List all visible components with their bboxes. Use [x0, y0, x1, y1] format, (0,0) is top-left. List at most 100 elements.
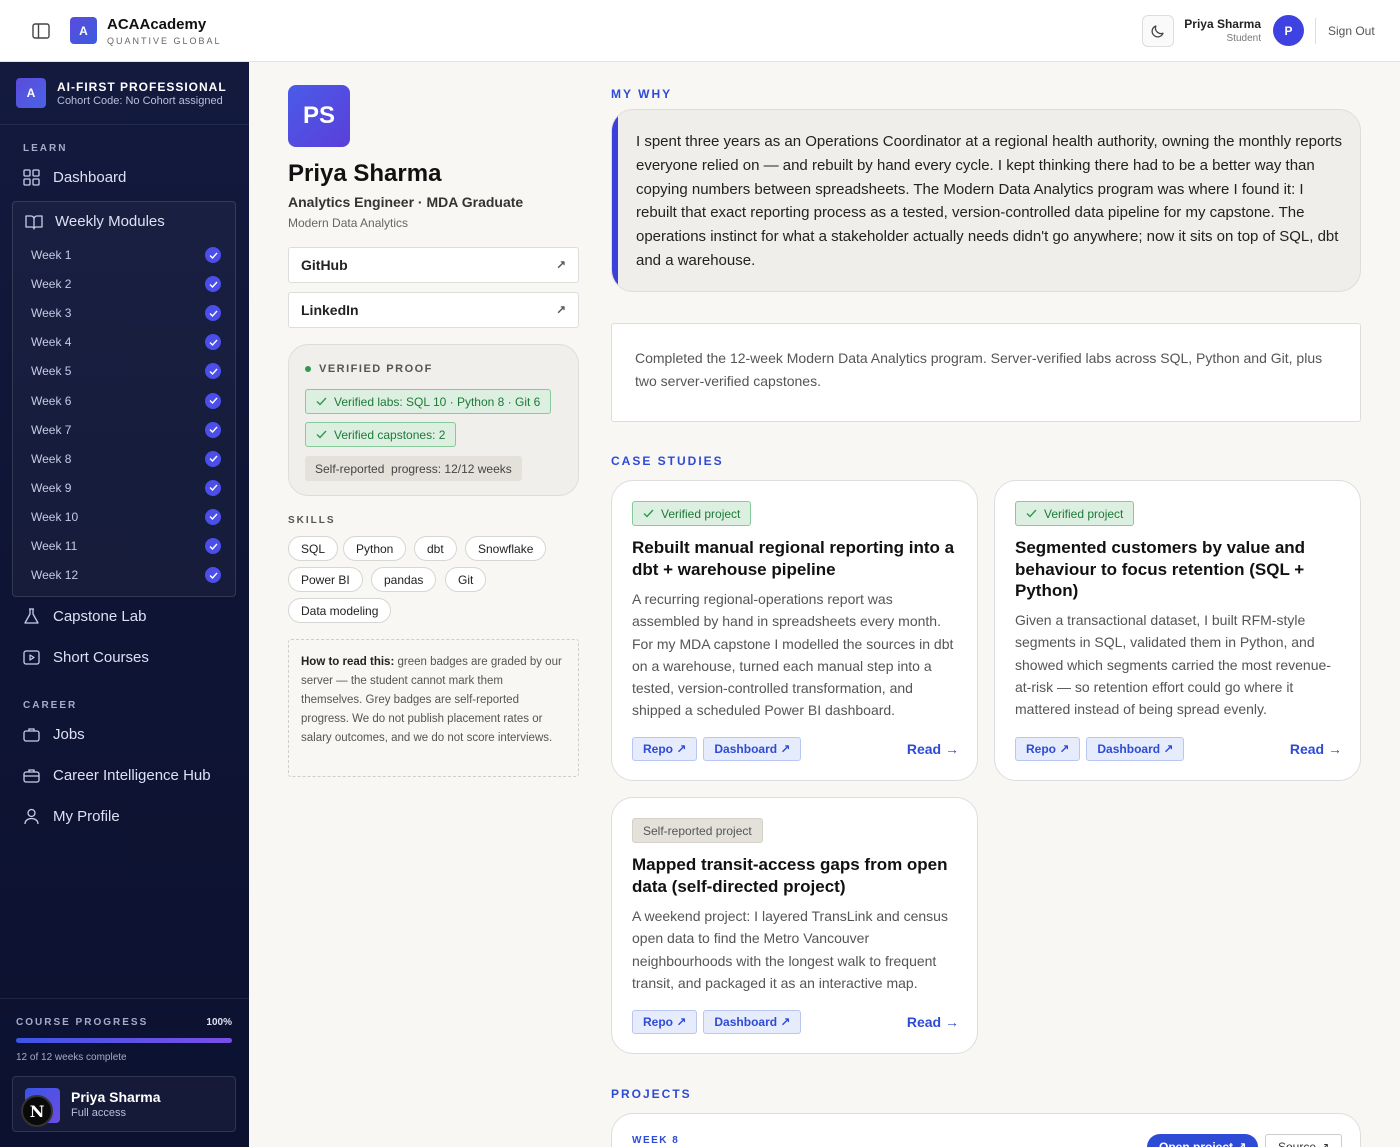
badge-label: Verified project	[1044, 506, 1124, 521]
topbar-avatar[interactable]: P	[1273, 15, 1304, 46]
sidebar: A AI-FIRST PROFESSIONAL Cohort Code: No …	[0, 62, 249, 1147]
week-label: Week 5	[31, 364, 72, 379]
check-circle-icon	[205, 567, 221, 584]
sign-out-button[interactable]: Sign Out	[1328, 24, 1375, 38]
weekly-modules-group: Weekly Modules Week 1 Week 2 Week 3 Week 4 W…	[12, 201, 236, 597]
sidebar-item-week-10[interactable]: Week 10	[31, 507, 221, 527]
case-footer: Repo ↗ Dashboard ↗ Read →	[632, 736, 959, 761]
brand-name[interactable]: ACAAcademy	[107, 16, 206, 33]
verified-project-badge: Verified project	[632, 501, 752, 526]
dashboard-button[interactable]: Dashboard ↗	[703, 736, 802, 761]
case-study-card: Self-reported project Mapped transit-acc…	[611, 797, 978, 1054]
repo-button[interactable]: Repo ↗	[1015, 736, 1081, 761]
sidebar-item-week-1[interactable]: Week 1	[31, 245, 221, 265]
sidebar-item-week-2[interactable]: Week 2	[31, 274, 221, 294]
repo-button[interactable]: Repo ↗	[632, 736, 698, 761]
status-dot-icon	[305, 366, 311, 372]
case-footer: Repo ↗ Dashboard ↗ Read →	[1015, 736, 1342, 761]
linkedin-link[interactable]: LinkedIn ↗	[288, 292, 579, 328]
how-to-read-text: green badges are graded by our server — …	[301, 656, 562, 744]
n-badge-icon[interactable]: N	[21, 1095, 53, 1127]
briefcase-icon	[23, 769, 40, 783]
sidebar-item-label: Short Courses	[53, 649, 149, 666]
sidebar-item-dashboard[interactable]: Dashboard	[23, 169, 126, 186]
sidebar-toggle-icon[interactable]	[30, 20, 52, 42]
check-circle-icon	[205, 392, 221, 409]
skill-chip: Snowflake	[465, 536, 547, 561]
skill-chip: SQL	[288, 536, 339, 561]
grid-icon	[23, 169, 40, 186]
week-label: Week 2	[31, 277, 72, 292]
sidebar-user-card[interactable]: N Priya Sharma Full access	[12, 1076, 236, 1132]
github-link[interactable]: GitHub ↗	[288, 247, 579, 283]
external-link-icon: ↗	[555, 258, 566, 272]
check-circle-icon	[205, 479, 221, 496]
sidebar-item-jobs[interactable]: Jobs	[23, 726, 85, 743]
theme-toggle-button[interactable]	[1142, 15, 1174, 47]
case-description: A weekend project: I layered TransLink a…	[632, 908, 948, 991]
repo-button[interactable]: Repo ↗	[632, 1009, 698, 1034]
source-button[interactable]: Source ↗	[1265, 1134, 1343, 1147]
play-square-icon	[23, 650, 40, 665]
skill-chip: Power BI	[288, 567, 363, 592]
project-card: WEEK 8 Open project ↗ Source ↗	[611, 1113, 1361, 1147]
sidebar-item-week-9[interactable]: Week 9	[31, 478, 221, 498]
sidebar-item-week-12[interactable]: Week 12	[31, 565, 221, 585]
check-circle-icon	[205, 421, 221, 438]
sidebar-item-week-4[interactable]: Week 4	[31, 332, 221, 352]
sidebar-item-label: Dashboard	[53, 169, 127, 186]
sidebar-item-short-courses[interactable]: Short Courses	[23, 649, 149, 666]
dashboard-button[interactable]: Dashboard ↗	[703, 1009, 802, 1034]
verified-capstones-badge: Verified capstones: 2	[305, 422, 457, 447]
progress-label: COURSE PROGRESS	[16, 1017, 149, 1028]
read-link[interactable]: Read →	[907, 1014, 959, 1030]
case-study-card: Verified project Rebuilt manual regional…	[611, 480, 978, 781]
sidebar-item-week-6[interactable]: Week 6	[31, 391, 221, 411]
profile-name: Priya Sharma	[288, 160, 442, 187]
sidebar-item-week-5[interactable]: Week 5	[31, 361, 221, 381]
summary-text: Completed the 12-week Modern Data Analyt…	[635, 350, 1323, 389]
user-card-name: Priya Sharma	[71, 1089, 161, 1105]
sidebar-item-my-profile[interactable]: My Profile	[23, 808, 120, 825]
learn-section-label: LEARN	[23, 143, 68, 154]
summary-card: Completed the 12-week Modern Data Analyt…	[611, 323, 1361, 422]
verified-proof-title: VERIFIED PROOF	[305, 363, 433, 375]
brand-logo[interactable]: A	[70, 17, 97, 44]
case-title: Rebuilt manual regional reporting into a…	[632, 538, 955, 579]
open-project-button[interactable]: Open project ↗	[1147, 1134, 1259, 1147]
user-icon	[24, 808, 39, 825]
cohort-title: AI-FIRST PROFESSIONAL	[57, 80, 227, 94]
sidebar-item-week-8[interactable]: Week 8	[31, 449, 221, 469]
check-icon	[316, 397, 327, 406]
dashboard-button[interactable]: Dashboard ↗	[1086, 736, 1185, 761]
case-description: A recurring regional-operations report w…	[632, 591, 954, 719]
case-study-card: Verified project Segmented customers by …	[994, 480, 1361, 781]
check-circle-icon	[205, 538, 221, 554]
read-link[interactable]: Read →	[1290, 741, 1342, 757]
verified-capstones-text: Verified capstones: 2	[334, 427, 446, 442]
cohort-logo: A	[16, 78, 46, 108]
accent-bar	[612, 110, 618, 291]
profile-avatar: PS	[288, 85, 350, 147]
check-icon	[643, 509, 654, 518]
week-label: Week 4	[31, 335, 72, 350]
sidebar-item-weekly-modules[interactable]: Weekly Modules	[25, 213, 165, 230]
read-link[interactable]: Read →	[907, 741, 959, 757]
check-circle-icon	[205, 305, 221, 322]
check-circle-icon	[205, 450, 221, 467]
sidebar-item-week-11[interactable]: Week 11	[31, 536, 221, 556]
case-description: Given a transactional dataset, I built R…	[1015, 612, 1331, 718]
topbar-user-role: Student	[1226, 33, 1261, 44]
topbar-user-name: Priya Sharma	[1184, 17, 1261, 31]
skill-chip: pandas	[371, 567, 437, 592]
sidebar-item-career-hub[interactable]: Career Intelligence Hub	[23, 767, 211, 784]
my-why-card: I spent three years as an Operations Coo…	[611, 109, 1361, 292]
sidebar-item-week-3[interactable]: Week 3	[31, 303, 221, 323]
sidebar-item-capstone-lab[interactable]: Capstone Lab	[23, 608, 146, 625]
badge-label: Verified project	[661, 506, 741, 521]
check-circle-icon	[205, 508, 221, 525]
user-card-access: Full access	[71, 1107, 127, 1119]
sidebar-item-week-7[interactable]: Week 7	[31, 420, 221, 440]
briefcase-icon	[23, 728, 40, 742]
case-title: Segmented customers by value and behavio…	[1015, 538, 1306, 600]
